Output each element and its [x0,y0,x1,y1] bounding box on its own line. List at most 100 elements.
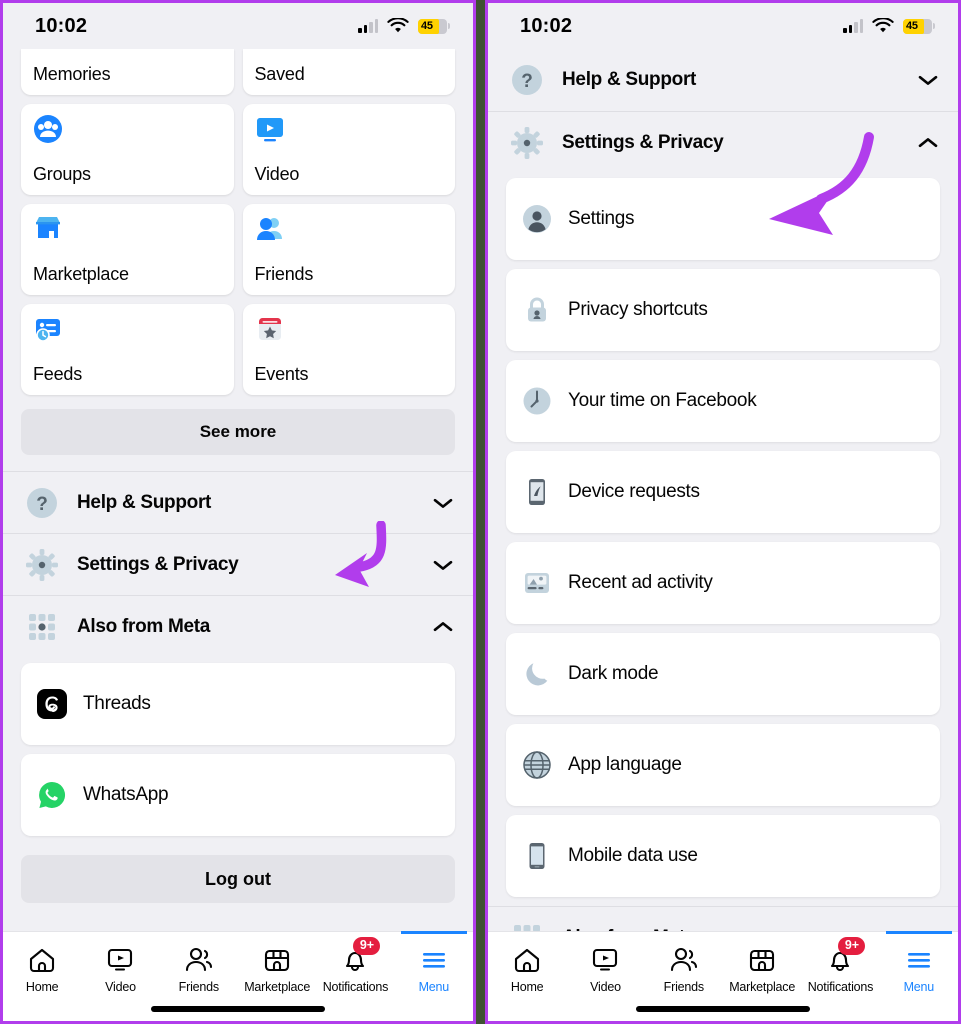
lock-icon [528,297,546,322]
right-menu-scroll-area[interactable]: ? Help & Support Settings & Privacy Sett… [488,49,958,931]
wifi-icon [872,18,894,33]
battery-icon: 45 [903,18,935,34]
shortcut-card-friends[interactable]: Friends [242,204,455,295]
tab-label: Home [510,979,544,994]
tab-notifications[interactable]: 9+ Notifications [316,932,394,1021]
accordion-label: Help & Support [562,69,697,90]
chevron-down-icon [433,560,453,570]
settings-item-mobile-data-use[interactable]: Mobile data use [506,815,940,897]
status-bar-icons: 45 [358,18,450,34]
svg-text:?: ? [36,494,48,515]
settings-item-label: Recent ad activity [568,572,713,593]
meta-apps-grid-icon [514,924,540,931]
shortcut-label: Memories [33,64,111,84]
accordion-also-from-meta[interactable]: Also from Meta [3,595,473,657]
tab-label: Marketplace [729,979,796,994]
accordion-label: Settings & Privacy [77,553,239,575]
shortcut-label: Groups [33,164,91,184]
accordion-label: Settings & Privacy [562,131,724,153]
accordion-help-and-support[interactable]: ? Help & Support [3,471,473,533]
settings-item-privacy-shortcuts[interactable]: Privacy shortcuts [506,269,940,351]
tab-label: Notifications [807,979,874,994]
meta-app-label: WhatsApp [83,784,169,805]
shortcut-card-saved[interactable]: Saved [242,49,455,95]
shortcut-card-grid: Memories Saved Groups Video Marketplace … [3,49,473,395]
meta-app-threads[interactable]: Threads [21,663,455,745]
accordion-also-from-meta[interactable]: Also from Meta [488,906,958,931]
notification-badge: 9+ [353,936,381,956]
moon-icon [526,663,548,686]
clock-icon [523,387,551,415]
shortcut-card-memories[interactable]: Memories [21,49,234,95]
settings-item-label: Privacy shortcuts [568,299,708,320]
meta-app-label: Threads [83,693,151,714]
status-bar-time: 10:02 [520,14,573,37]
question-circle-icon: ? [512,65,542,95]
tab-video[interactable]: Video [566,932,644,1021]
accordion-settings-and-privacy[interactable]: Settings & Privacy [488,111,958,173]
battery-icon: 45 [418,18,450,34]
gear-icon [511,126,543,159]
meta-app-whatsapp[interactable]: WhatsApp [21,754,455,836]
tab-label: Friends [178,979,219,994]
tab-menu[interactable]: Menu [395,931,473,1021]
shortcut-card-events[interactable]: Events [242,304,455,395]
settings-item-app-language[interactable]: App language [506,724,940,806]
settings-item-label: Dark mode [568,663,659,684]
tab-notifications[interactable]: 9+ Notifications [801,932,879,1021]
shortcut-card-groups[interactable]: Groups [21,104,234,195]
bell-icon: 9+ [825,936,866,974]
bottom-tab-bar: Home Video Friends Marketplace 9+ Notifi… [3,931,473,1021]
home-indicator [636,1006,810,1012]
settings-item-label: Mobile data use [568,845,698,866]
mobile-phone-icon [529,843,545,869]
log-out-button[interactable]: Log out [21,855,455,903]
settings-item-settings[interactable]: Settings [506,178,940,260]
right-phone-screenshot: 10:02 45 ? Help & Support Settings & Pri… [485,0,961,1024]
settings-item-dark-mode[interactable]: Dark mode [506,633,940,715]
accordion-help-and-support[interactable]: ? Help & Support [488,49,958,111]
accordion-settings-and-privacy[interactable]: Settings & Privacy [3,533,473,595]
status-bar: 10:02 45 [488,3,958,49]
marketplace-icon [747,946,777,974]
shortcut-label: Marketplace [33,264,129,284]
shortcut-card-marketplace[interactable]: Marketplace [21,204,234,295]
tab-label: Marketplace [244,979,311,994]
status-bar: 10:02 45 [3,3,473,49]
gear-icon [26,548,58,581]
left-menu-scroll-area[interactable]: Memories Saved Groups Video Marketplace … [3,49,473,931]
tab-menu[interactable]: Menu [880,931,958,1021]
marketplace-icon [36,217,60,238]
events-icon [258,318,281,340]
globe-icon [523,751,551,779]
battery-percent-label: 45 [906,20,918,32]
shortcut-card-feeds[interactable]: Feeds [21,304,234,395]
tab-label: Menu [418,979,450,994]
settings-item-label: Your time on Facebook [568,390,757,411]
chevron-down-icon [918,75,938,85]
video-icon [256,118,283,142]
see-more-container: See more [3,395,473,471]
tab-video[interactable]: Video [81,932,159,1021]
svg-text:?: ? [521,71,533,92]
settings-item-device-requests[interactable]: Device requests [506,451,940,533]
chevron-up-icon [433,621,453,631]
shortcut-label: Feeds [33,364,83,384]
see-more-button[interactable]: See more [21,409,455,455]
video-icon [590,946,620,974]
settings-item-label: Device requests [568,481,700,502]
shortcut-card-video[interactable]: Video [242,104,455,195]
settings-item-label: Settings [568,208,635,229]
tab-home[interactable]: Home [488,932,566,1021]
settings-item-recent-ad-activity[interactable]: Recent ad activity [506,542,940,624]
settings-item-label: App language [568,754,682,775]
notification-badge: 9+ [838,936,866,956]
settings-item-your-time-on-facebook[interactable]: Your time on Facebook [506,360,940,442]
tab-home[interactable]: Home [3,932,81,1021]
accordion-label: Help & Support [77,491,212,513]
wifi-icon [387,18,409,33]
friends-icon [184,946,214,974]
marketplace-icon [262,946,292,974]
shortcut-label: Friends [254,264,314,284]
friends-icon [669,946,699,974]
